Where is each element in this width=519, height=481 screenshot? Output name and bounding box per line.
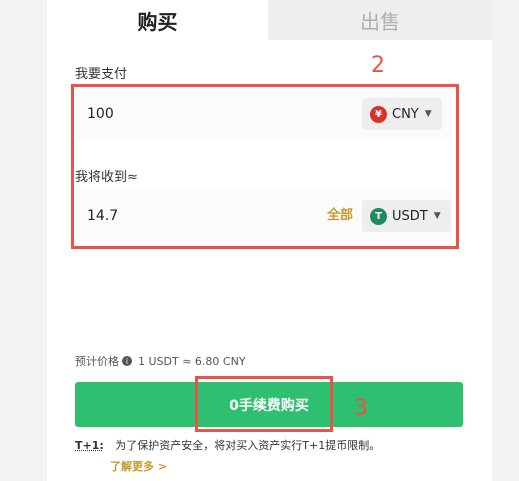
- pay-label: 我要支付: [75, 67, 128, 82]
- annotation-number-2: 2: [371, 53, 385, 78]
- annotation-number-3: 3: [354, 396, 368, 421]
- annotation-box-2: [71, 84, 459, 249]
- tab-buy[interactable]: 购买: [47, 0, 268, 40]
- price-label: 预计价格: [75, 355, 119, 368]
- estimated-price: 预计价格 i 1 USDT ≈ 6.80 CNY: [75, 353, 246, 369]
- learn-more-link[interactable]: 了解更多 >: [110, 458, 167, 474]
- price-value: 1 USDT ≈ 6.80 CNY: [138, 354, 246, 368]
- info-icon[interactable]: i: [122, 356, 132, 366]
- t1-notice: T+1: 为了保护资产安全，将对买入资产实行T+1提币限制。: [75, 437, 380, 453]
- t1-tag[interactable]: T+1:: [75, 439, 104, 452]
- annotation-box-3: [195, 376, 333, 432]
- t1-notice-text: 为了保护资产安全，将对买入资产实行T+1提币限制。: [115, 439, 381, 452]
- tab-sell[interactable]: 出售: [268, 0, 492, 40]
